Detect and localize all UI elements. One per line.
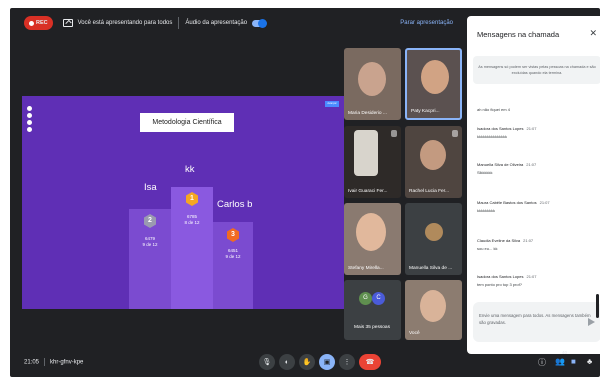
chat-icon[interactable]: ■	[571, 357, 576, 366]
close-icon[interactable]: ✕	[589, 28, 597, 39]
chat-message: Isadora dos Santos Lopes 21:07 kkkkkkkkkk…	[477, 126, 537, 139]
chat-panel: Mensagens na chamada ✕ As mensagens só p…	[467, 16, 600, 354]
chat-title: Mensagens na chamada	[477, 30, 560, 39]
participant-name: Você	[409, 331, 420, 336]
present-button[interactable]: ▣	[319, 354, 335, 370]
slide-control-icon[interactable]	[27, 127, 32, 132]
mic-button[interactable]: 🎙	[259, 354, 275, 370]
more-options-button[interactable]: ⋮	[339, 354, 355, 370]
meeting-time: 21:05	[24, 359, 40, 366]
score-first: 6785 8 de 12	[184, 214, 200, 225]
podium-name-first: kk	[185, 164, 195, 175]
participant-video	[420, 290, 446, 322]
phone-hangup-icon: ☎	[365, 359, 375, 366]
info-icon[interactable]: ⓘ	[538, 357, 546, 368]
presentation-bar: REC Você está apresentando para todos Áu…	[10, 8, 465, 38]
raise-hand-button[interactable]: ✋	[299, 354, 315, 370]
slide-control-icon[interactable]	[27, 113, 32, 118]
participant-tile[interactable]: Ivair Guaraci Fer...	[344, 126, 401, 198]
participant-tile[interactable]: Stefany Mirella...	[344, 203, 401, 275]
present-screen-icon	[62, 19, 73, 27]
meet-window: REC Você está apresentando para todos Áu…	[10, 8, 600, 377]
hand-icon: ✋	[302, 359, 312, 366]
record-icon	[29, 20, 34, 26]
camera-icon: ◐	[284, 358, 290, 366]
end-call-button[interactable]: ☎	[359, 354, 381, 370]
participant-count: 40	[562, 350, 568, 355]
meeting-info: 21:05 khr-gfnv-kpe	[24, 358, 83, 366]
bottom-toolbar: 21:05 khr-gfnv-kpe 🎙 ◐ ✋ ▣ ⋮ ☎ ⓘ 👥 40 ■ ♣	[10, 348, 600, 377]
self-tile[interactable]: Você	[405, 280, 462, 340]
avatar: C	[372, 292, 385, 305]
participant-tile[interactable]: Maria Desiderio ...	[344, 48, 401, 120]
chat-message: Manuella Silva de Oliveira 21:07 Slkkkkkk	[477, 162, 537, 175]
avatar	[425, 223, 443, 241]
participant-name: Manuella Silva de ...	[409, 266, 453, 271]
participant-video	[354, 130, 378, 176]
slide-control-icon[interactable]	[27, 106, 32, 111]
score-third: 6451 9 de 12	[225, 248, 241, 259]
avatar: G	[359, 292, 372, 305]
chat-message: Maura Cabêle Bastos dos Santos 21:07 kkkk…	[477, 200, 550, 213]
chat-input[interactable]: Envie uma mensagem para todos. As mensag…	[473, 302, 600, 342]
audio-label: Áudio da apresentação	[185, 20, 248, 26]
slide-next-button[interactable]: Avançar	[325, 101, 339, 107]
participant-video	[358, 62, 386, 96]
present-screen-icon: ▣	[323, 359, 331, 366]
participant-name: Paty Kacpri...	[411, 109, 440, 114]
chat-notice: As mensagens só podem ser vistas pelas p…	[473, 56, 600, 84]
participant-name: Maria Desiderio ...	[348, 111, 387, 116]
slide-control-icon[interactable]	[27, 120, 32, 125]
more-vert-icon: ⋮	[343, 359, 351, 366]
chat-message: Isadora dos Santos Lopes 21:07 tem ponto …	[477, 274, 537, 287]
score-second: 6479 9 de 12	[142, 236, 158, 247]
chat-message: Claudia Eveline da Silva 21:07 sou eu... …	[477, 238, 534, 251]
participant-video	[421, 60, 449, 94]
participant-tile-active[interactable]: Paty Kacpri...	[405, 48, 462, 120]
recording-badge: REC	[24, 16, 53, 30]
participant-name: Stefany Mirella...	[348, 266, 384, 271]
presenting-text: Você está apresentando para todos	[77, 20, 173, 26]
participant-tile[interactable]: Manuella Silva de ...	[405, 203, 462, 275]
send-icon[interactable]	[588, 318, 595, 326]
audio-toggle[interactable]	[252, 18, 268, 28]
participant-video	[356, 213, 386, 251]
people-icon[interactable]: 👥	[555, 357, 565, 366]
participant-name: Mais 35 pessoas	[354, 325, 390, 330]
podium-name-third: Carlos b	[217, 199, 253, 210]
participant-video	[420, 140, 446, 170]
presentation-slide: Avançar Metodologia Científica Isa kk Ca…	[22, 96, 344, 309]
chat-message: ah não fiquei em 4	[477, 107, 510, 112]
participant-tile[interactable]: Rachel Lucia Fer...	[405, 126, 462, 198]
camera-button[interactable]: ◐	[279, 354, 295, 370]
more-participants-tile[interactable]: G C Mais 35 pessoas	[344, 280, 401, 340]
participant-name: Ivair Guaraci Fer...	[348, 189, 388, 194]
podium-name-second: Isa	[144, 182, 157, 193]
activities-icon[interactable]: ♣	[587, 357, 592, 366]
slide-title: Metodologia Científica	[140, 113, 234, 132]
mic-off-icon	[452, 130, 458, 137]
stop-presenting-button[interactable]: Parar apresentação	[400, 20, 453, 26]
rec-label: REC	[36, 20, 48, 26]
participant-name: Rachel Lucia Fer...	[409, 189, 449, 194]
chat-scrollbar[interactable]	[596, 294, 599, 318]
mic-icon: 🎙	[262, 359, 272, 366]
mic-off-icon	[391, 130, 397, 137]
meeting-code: khr-gfnv-kpe	[50, 359, 84, 366]
